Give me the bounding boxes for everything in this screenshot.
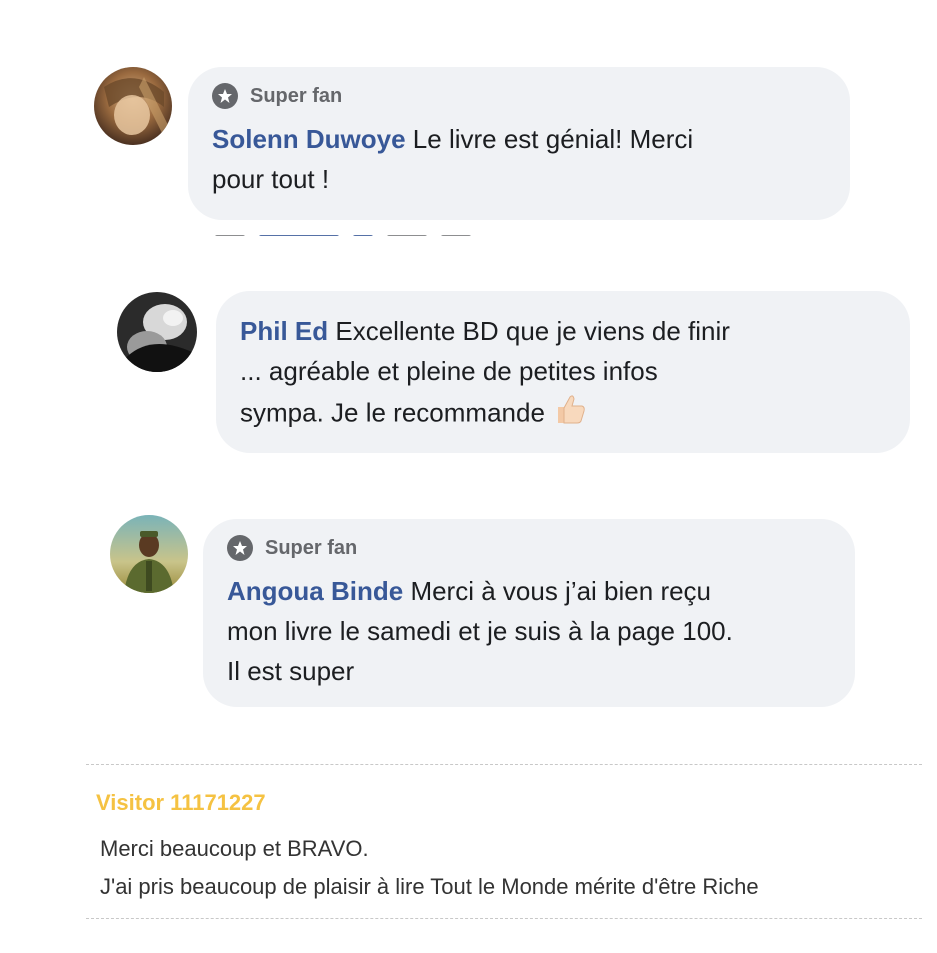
star-badge-icon xyxy=(227,535,253,561)
avatar-phil[interactable] xyxy=(117,292,197,372)
avatar-solenn[interactable] xyxy=(94,67,172,145)
author-link[interactable]: Angoua Binde xyxy=(227,576,403,606)
divider-bottom xyxy=(86,918,922,919)
avatar-angoua[interactable] xyxy=(110,515,188,593)
testimonials-page: Super fan Solenn Duwoye Le livre est gén… xyxy=(0,0,937,953)
comment-line: Excellente BD que je viens de finir xyxy=(328,316,730,346)
comment-line: Il est super xyxy=(227,656,355,686)
comment-line: sympa. Je le recommande xyxy=(240,397,553,428)
comment-line: ... agréable et pleine de petites infos xyxy=(240,356,658,386)
comment-text-3: Angoua Binde Merci à vous j’ai bien reçu… xyxy=(227,571,831,691)
super-fan-badge: Super fan xyxy=(227,535,831,561)
comment-line: mon livre le samedi et je suis à la page… xyxy=(227,616,733,646)
visitor-name: Visitor 11171227 xyxy=(96,790,266,815)
comment-text-2: Phil Ed Excellente BD que je viens de fi… xyxy=(240,311,886,438)
badge-label: Super fan xyxy=(250,84,343,107)
author-link[interactable]: Phil Ed xyxy=(240,316,328,346)
comment-bubble-1: Super fan Solenn Duwoye Le livre est gén… xyxy=(188,67,850,220)
star-badge-icon xyxy=(212,83,238,109)
visitor-review-text: Merci beaucoup et BRAVO. J'ai pris beauc… xyxy=(100,830,759,906)
comment-line: Le livre est génial! Merci xyxy=(405,124,694,154)
review-line: Merci beaucoup et BRAVO. xyxy=(100,836,369,861)
badge-label: Super fan xyxy=(265,536,358,559)
comment-bubble-3: Super fan Angoua Binde Merci à vous j’ai… xyxy=(203,519,855,707)
super-fan-badge: Super fan xyxy=(212,83,826,109)
comment-line: pour tout ! xyxy=(212,164,330,194)
comment-text-1: Solenn Duwoye Le livre est génial! Merci… xyxy=(212,119,826,199)
comment-bubble-2: Phil Ed Excellente BD que je viens de fi… xyxy=(216,291,910,453)
divider-top xyxy=(86,764,922,765)
thumbs-up-icon xyxy=(552,391,588,438)
cut-off-line xyxy=(215,228,645,236)
comment-line: Merci à vous j’ai bien reçu xyxy=(403,576,712,606)
author-link[interactable]: Solenn Duwoye xyxy=(212,124,406,154)
review-line: J'ai pris beaucoup de plaisir à lire Tou… xyxy=(100,874,759,899)
